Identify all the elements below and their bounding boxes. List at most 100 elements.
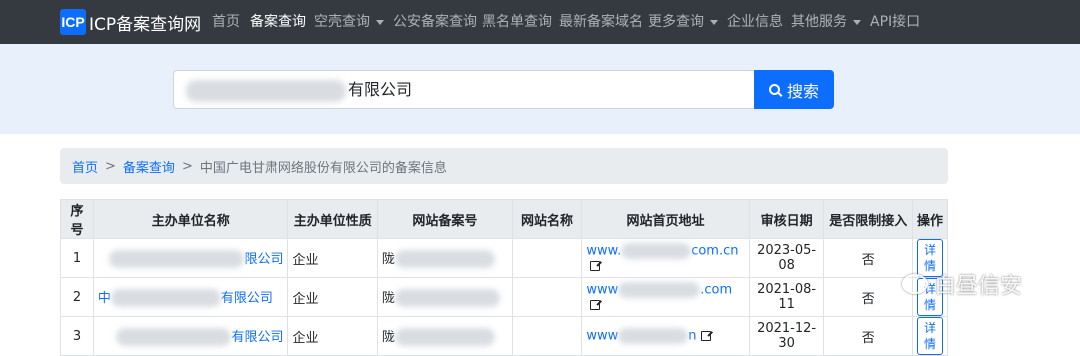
table-row: 1 限公司 企业 陇 www. com.cn 2023-05-08 否 详情 [60, 238, 949, 278]
nav-item-home[interactable]: 首页 [212, 12, 240, 32]
redacted-text [394, 328, 495, 347]
nav-item-more-query[interactable]: 更多查询 [648, 12, 718, 32]
nav-item-latest-domains[interactable]: 最新备案域名 [559, 12, 643, 32]
action-cell: 详情 [911, 316, 949, 356]
watermark: 白昼信安 [902, 268, 1022, 300]
redacted-text [186, 79, 346, 102]
record-number: 陇 [376, 277, 513, 317]
org-type: 企业 [287, 277, 378, 317]
site-url[interactable]: www. com.cn [581, 238, 750, 278]
nav-label: 其他服务 [791, 14, 847, 30]
redacted-text [618, 281, 701, 298]
column-header: 网站首页地址 [581, 199, 750, 239]
breadcrumb-record-query[interactable]: 备案查询 [123, 157, 175, 176]
review-date: 2023-05-08 [748, 238, 825, 278]
chevron-down-icon [710, 19, 718, 25]
record-number: 陇 [376, 238, 513, 278]
nav-item-company-info[interactable]: 企业信息 [727, 12, 783, 32]
restricted-access: 否 [823, 277, 913, 317]
external-link-icon[interactable] [590, 260, 601, 271]
external-link-icon[interactable] [700, 330, 711, 341]
url-suffix[interactable]: n [688, 329, 696, 344]
breadcrumb-home[interactable]: 首页 [72, 157, 98, 176]
column-header: 主办单位性质 [287, 199, 378, 239]
redacted-text [394, 250, 495, 269]
redacted-text [618, 328, 689, 344]
table-row: 2 中有限公司 企业 陇 www .com 2021-08-11 否 详情 [60, 277, 949, 317]
search-button[interactable]: 搜索 [754, 70, 834, 109]
brand-link[interactable]: ICP ICP备案查询网 [60, 7, 201, 37]
external-link-icon[interactable] [590, 299, 601, 310]
top-navbar: ICP ICP备案查询网 首页 备案查询 空壳查询 公安备案查询 黑名单查询 最… [0, 0, 1080, 44]
nav-item-blacklist[interactable]: 黑名单查询 [482, 12, 552, 32]
column-header: 是否限制接入 [823, 199, 913, 239]
restricted-access: 否 [823, 316, 913, 356]
record-table: 序号 主办单位名称 主办单位性质 网站备案号 网站名称 网站首页地址 审核日期 … [60, 199, 949, 356]
column-header: 主办单位名称 [92, 199, 289, 239]
site-name [511, 238, 583, 278]
site-name [511, 316, 583, 356]
search-section: 有限公司 搜索 [0, 44, 1080, 134]
org-name-link[interactable]: 中 有限公司 [92, 277, 289, 317]
row-index: 1 [60, 238, 94, 278]
breadcrumb-separator: > [105, 158, 116, 174]
nav-item-shell-query[interactable]: 空壳查询 [314, 12, 384, 32]
search-button-label: 搜索 [786, 81, 819, 101]
column-header: 操作 [911, 199, 949, 239]
redacted-text [621, 242, 692, 259]
url-suffix[interactable]: com.cn [691, 243, 738, 258]
brand-title: ICP备案查询网 [89, 14, 202, 35]
org-name-text[interactable]: 有限公司 [231, 330, 283, 345]
org-name-text[interactable]: 限公司 [244, 252, 283, 267]
nav-label: 更多查询 [648, 14, 704, 30]
site-url[interactable]: www .com [581, 277, 750, 317]
column-header: 序号 [60, 199, 94, 239]
org-name-link[interactable]: 限公司 [92, 238, 289, 278]
wechat-icon [902, 274, 928, 294]
url-prefix[interactable]: www [586, 282, 618, 297]
record-number: 陇 [376, 316, 513, 356]
search-input[interactable]: 有限公司 [173, 70, 754, 109]
redacted-text [116, 328, 232, 347]
record-prefix: 陇 [381, 329, 395, 345]
review-date: 2021-08-11 [748, 277, 825, 317]
url-prefix[interactable]: www [586, 329, 618, 344]
column-header: 网站名称 [511, 199, 583, 239]
chevron-down-icon [376, 19, 384, 25]
redacted-text [110, 289, 221, 308]
nav-item-police-record[interactable]: 公安备案查询 [393, 12, 477, 32]
column-header: 网站备案号 [376, 199, 513, 239]
detail-button[interactable]: 详情 [916, 317, 943, 355]
watermark-text: 白昼信安 [934, 274, 1023, 299]
org-name-link[interactable]: 有限公司 [92, 316, 289, 356]
search-value-suffix: 有限公司 [348, 80, 413, 99]
record-prefix: 陇 [381, 251, 395, 267]
nav-item-api[interactable]: API接口 [870, 12, 920, 32]
nav-label: 空壳查询 [314, 14, 370, 30]
url-prefix[interactable]: www. [586, 243, 621, 258]
org-name-text[interactable]: 有限公司 [221, 291, 273, 306]
nav-item-record-query[interactable]: 备案查询 [250, 12, 306, 32]
redacted-text [394, 289, 500, 308]
org-type: 企业 [287, 238, 378, 278]
org-name-prefix[interactable]: 中 [98, 291, 111, 306]
url-suffix[interactable]: .com [700, 282, 732, 297]
row-index: 2 [60, 277, 94, 317]
breadcrumb-separator: > [181, 158, 193, 174]
restricted-access: 否 [823, 238, 913, 278]
breadcrumb: 首页 > 备案查询 > 中国广电甘肃网络股份有限公司的备案信息 [60, 148, 948, 184]
site-name [511, 277, 583, 317]
brand-logo: ICP [60, 9, 86, 35]
table-row: 3 有限公司 企业 陇 www n 2021-12-30 否 详情 [60, 316, 949, 356]
table-header-row: 序号 主办单位名称 主办单位性质 网站备案号 网站名称 网站首页地址 审核日期 … [60, 199, 949, 239]
site-url[interactable]: www n [581, 316, 750, 356]
row-index: 3 [60, 316, 94, 356]
nav-item-other-services[interactable]: 其他服务 [791, 12, 861, 32]
record-prefix: 陇 [381, 290, 395, 306]
chevron-down-icon [853, 19, 861, 25]
review-date: 2021-12-30 [748, 316, 825, 356]
search-icon [768, 84, 780, 95]
redacted-text [109, 250, 245, 269]
breadcrumb-current: 中国广电甘肃网络股份有限公司的备案信息 [199, 160, 447, 176]
org-type: 企业 [287, 316, 378, 356]
